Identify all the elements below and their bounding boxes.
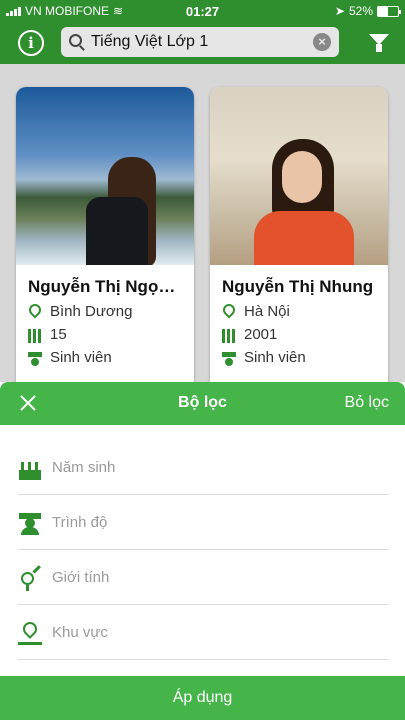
cake-icon [18,456,42,480]
location-pin-icon [18,618,42,645]
tutor-birth: 2001 [210,320,388,343]
filter-row-education[interactable]: Trình độ [18,496,389,550]
graduate-icon [28,350,42,366]
tutor-name: Nguyễn Thị Nhung [222,277,374,296]
location-pin-icon [220,301,238,320]
tutor-birth: 15 [16,320,194,343]
birth-text: 15 [50,326,67,343]
location-text: Bình Dương [50,303,133,320]
clear-filter-button[interactable]: Bỏ lọc [345,394,389,412]
clear-icon[interactable]: × [313,33,331,51]
search-icon [69,34,82,47]
tutor-photo [210,87,388,265]
filter-icon[interactable] [369,34,389,52]
apply-button[interactable]: Áp dụng [0,676,405,720]
tutor-education: Sinh viên [210,343,388,366]
filter-sheet: Bộ lọc Bỏ lọc Năm sinh Trình độ Giới tín… [0,382,405,720]
filter-label: Năm sinh [52,459,116,476]
location-pin-icon [26,301,44,320]
filter-label: Trình độ [52,514,108,531]
status-right: ➤ 52% [334,4,401,18]
graduate-icon [222,350,236,366]
status-bar: VN MOBIFONE ≋ 01:27 ➤ 52% [0,0,405,22]
search-input[interactable] [91,27,311,57]
tutor-name: Nguyễn Thị Ngọc… [28,277,185,296]
filter-row-region[interactable]: Khu vực [18,606,389,660]
tutor-location: Hà Nội [210,297,388,320]
gender-icon [18,564,42,591]
photo-figure [282,151,322,203]
search-bar[interactable]: × [61,27,339,57]
tutor-list: Nguyễn Thị Ngọc… Bình Dương 15 Sinh viên… [0,64,405,382]
tutor-card[interactable]: Nguyễn Thị Nhung Hà Nội 2001 Sinh viên [210,87,388,382]
graduate-icon [18,511,42,535]
filter-row-gender[interactable]: Giới tính [18,551,389,605]
app-header: i × [0,22,405,64]
education-text: Sinh viên [244,349,306,366]
filter-row-birth-year[interactable]: Năm sinh [18,441,389,495]
tutor-photo [16,87,194,265]
birth-text: 2001 [244,326,278,343]
info-icon[interactable]: i [18,30,44,56]
tutor-education: Sinh viên [16,343,194,366]
battery-percent: 52% [348,4,373,18]
education-text: Sinh viên [50,349,112,366]
photo-figure [86,197,148,265]
battery-icon [377,5,401,17]
filter-label: Khu vực [52,624,108,641]
photo-figure [254,211,354,265]
filter-sheet-header: Bộ lọc Bỏ lọc [0,382,405,425]
filter-label: Giới tính [52,569,110,586]
tutor-card[interactable]: Nguyễn Thị Ngọc… Bình Dương 15 Sinh viên [16,87,194,382]
location-text: Hà Nội [244,303,290,320]
cake-icon [28,327,42,343]
location-arrow-icon: ➤ [334,4,345,18]
cake-icon [222,327,236,343]
tutor-location: Bình Dương [16,297,194,320]
